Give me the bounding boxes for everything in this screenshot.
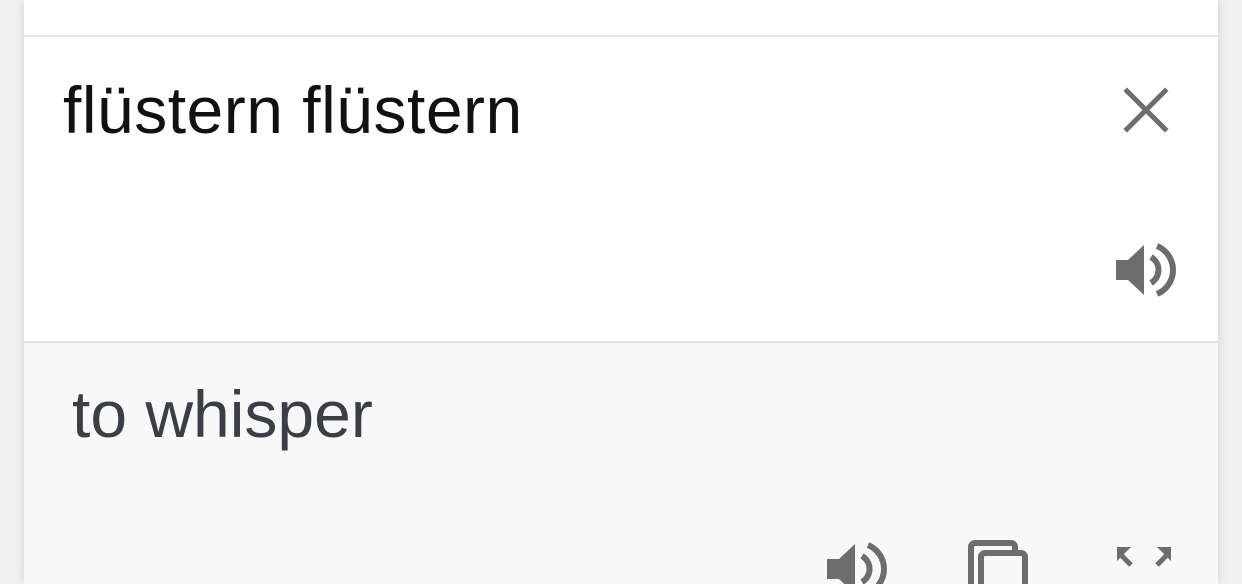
copy-button[interactable] (963, 539, 1035, 584)
speaker-icon (1114, 240, 1176, 300)
clear-button[interactable] (1115, 79, 1177, 141)
expand-icon (1113, 539, 1175, 584)
listen-translation-button[interactable] (820, 539, 892, 584)
source-panel[interactable]: flüstern flüstern (24, 37, 1218, 343)
close-icon (1123, 87, 1169, 133)
listen-source-button[interactable] (1112, 239, 1178, 301)
result-actions (24, 539, 1218, 584)
source-text[interactable]: flüstern flüstern (63, 71, 523, 149)
language-bar-strip (24, 0, 1218, 37)
translation-text[interactable]: to whisper (72, 375, 373, 453)
fullscreen-button[interactable] (1108, 539, 1180, 584)
translation-card: flüstern flüstern to whisper (24, 0, 1218, 584)
result-panel: to whisper (24, 343, 1218, 584)
copy-icon (967, 539, 1031, 584)
speaker-icon (825, 539, 887, 584)
